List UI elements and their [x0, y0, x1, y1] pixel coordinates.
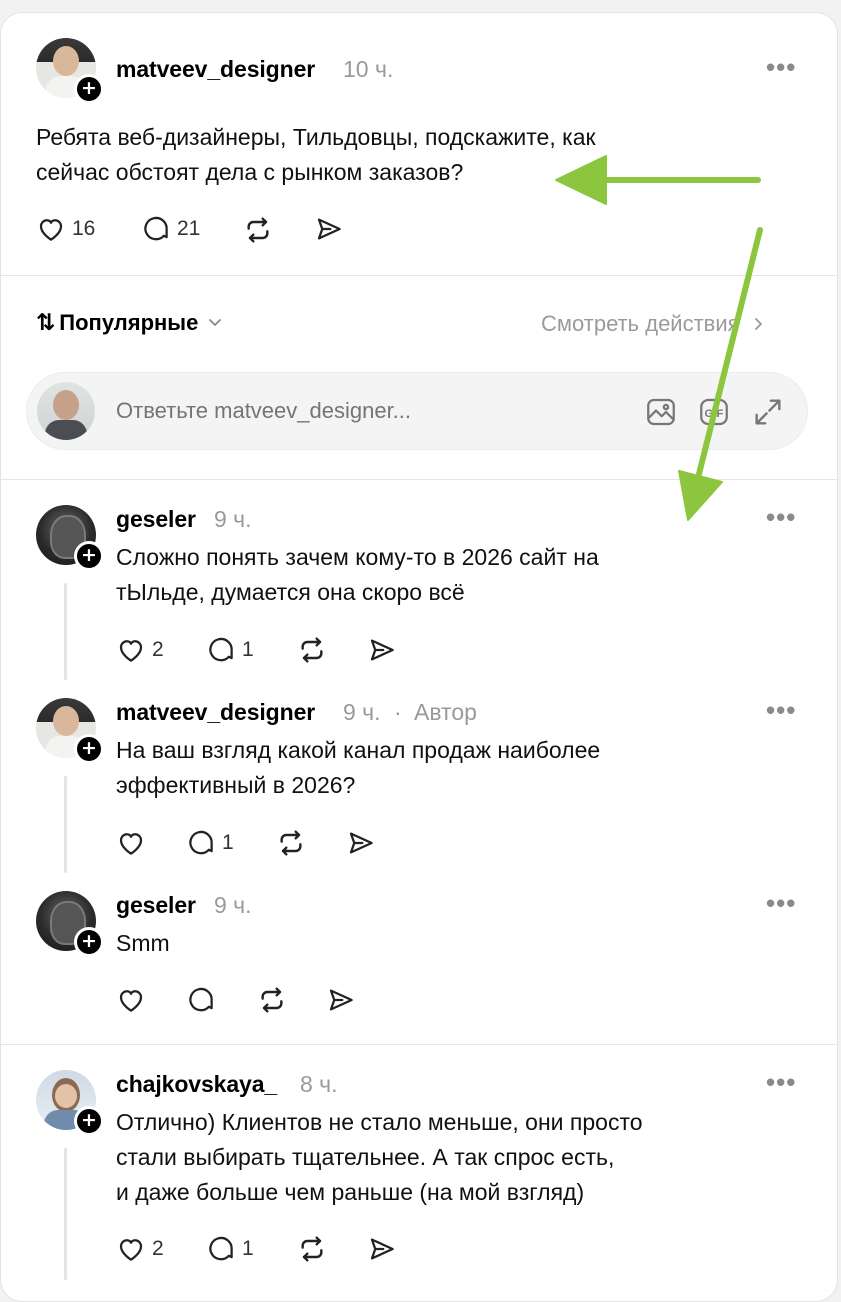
comment-bubble-icon: [186, 985, 216, 1015]
comment-text-line-2: тЫльде, думается она скоро всё: [116, 579, 465, 605]
repost-icon: [296, 1233, 328, 1265]
repost-button[interactable]: [242, 214, 274, 246]
repost-icon: [256, 984, 288, 1016]
sort-arrows-icon: ⇅: [36, 310, 56, 336]
send-icon: [367, 635, 397, 665]
reply-avatar: [37, 382, 95, 440]
comment-text-line-1: На ваш взгляд какой канал продаж наиболе…: [116, 737, 601, 763]
like-button[interactable]: [116, 985, 146, 1015]
comment-bubble-icon: [141, 214, 171, 244]
image-icon[interactable]: [644, 395, 678, 429]
comment-button[interactable]: 1: [186, 828, 234, 858]
send-icon: [367, 1234, 397, 1264]
more-options-icon[interactable]: •••: [766, 890, 796, 916]
thread-line: [64, 776, 67, 873]
comment-text-line-2: эффективный в 2026?: [116, 772, 356, 798]
send-icon: [326, 985, 356, 1015]
comment-text-line-3: и даже больше чем раньше (на мой взгляд): [116, 1179, 585, 1205]
like-count: 2: [152, 638, 164, 661]
comment-username[interactable]: geseler: [116, 506, 196, 533]
separator-dot: ·: [394, 699, 402, 725]
reply-count: 1: [242, 1237, 254, 1260]
comment-button[interactable]: 21: [141, 214, 200, 244]
repost-icon: [296, 634, 328, 666]
like-count: 2: [152, 1237, 164, 1260]
comment-time: 9 ч.: [214, 506, 252, 532]
expand-icon[interactable]: [751, 395, 785, 429]
comment-button[interactable]: [186, 985, 216, 1015]
comment-bubble-icon: [186, 828, 216, 858]
repost-button[interactable]: [296, 634, 328, 666]
heart-icon: [116, 985, 146, 1015]
post-username[interactable]: matveev_designer: [116, 56, 315, 83]
repost-icon: [242, 214, 274, 246]
more-options-icon[interactable]: •••: [766, 697, 796, 723]
reply-count: 1: [242, 638, 254, 661]
like-button[interactable]: [116, 828, 152, 858]
follow-plus-icon[interactable]: +: [74, 734, 104, 764]
thread-line: [64, 1148, 67, 1280]
more-options-icon[interactable]: •••: [766, 504, 796, 530]
comment-username[interactable]: geseler: [116, 892, 196, 919]
heart-icon: [116, 635, 146, 665]
like-button[interactable]: 2: [116, 635, 164, 665]
repost-icon: [275, 827, 307, 859]
heart-icon: [116, 828, 146, 858]
comment-text-line-1: Сложно понять зачем кому-то в 2026 сайт …: [116, 544, 599, 570]
chevron-right-icon: [754, 318, 762, 330]
follow-plus-icon[interactable]: +: [74, 1106, 104, 1136]
gif-icon[interactable]: GIF: [697, 395, 731, 429]
comment-time: 9 ч.: [343, 699, 381, 725]
like-button[interactable]: 16: [36, 214, 95, 244]
divider: [0, 275, 838, 276]
like-button[interactable]: 2: [116, 1234, 164, 1264]
comment-button[interactable]: 1: [206, 635, 254, 665]
comment-bubble-icon: [206, 635, 236, 665]
send-icon: [314, 214, 344, 244]
reply-input[interactable]: [116, 393, 616, 429]
share-button[interactable]: [367, 1234, 397, 1264]
post-time: 10 ч.: [343, 56, 394, 82]
share-button[interactable]: [346, 828, 376, 858]
comment-text-line-2: стали выбирать тщательнее. А так спрос е…: [116, 1144, 615, 1170]
comment-text-line-1: Отлично) Клиентов не стало меньше, они п…: [116, 1109, 643, 1135]
view-actions-label: Смотреть действия: [541, 311, 740, 336]
repost-button[interactable]: [256, 984, 288, 1016]
comment-time: 9 ч.: [214, 892, 252, 918]
divider: [0, 1044, 838, 1045]
follow-plus-icon[interactable]: +: [74, 927, 104, 957]
repost-button[interactable]: [275, 827, 307, 859]
divider: [0, 479, 838, 480]
more-options-icon[interactable]: •••: [766, 54, 796, 80]
share-button[interactable]: [367, 635, 397, 665]
post-text-line-1: Ребята веб-дизайнеры, Тильдовцы, подскаж…: [36, 124, 596, 150]
svg-text:GIF: GIF: [705, 408, 724, 420]
send-icon: [346, 828, 376, 858]
comment-text-line-1: Smm: [116, 930, 170, 956]
author-badge: Автор: [414, 699, 477, 725]
comment-username[interactable]: matveev_designer: [116, 699, 315, 726]
repost-button[interactable]: [296, 1233, 328, 1265]
comment-time: 8 ч.: [300, 1071, 338, 1097]
sort-dropdown[interactable]: ⇅ Популярные: [36, 310, 224, 336]
post-text-line-2: сейчас обстоят дела с рынком заказов?: [36, 159, 464, 185]
share-button[interactable]: [314, 214, 344, 244]
sort-label: Популярные: [59, 310, 199, 335]
like-count: 16: [72, 217, 96, 240]
follow-plus-icon[interactable]: +: [74, 74, 104, 104]
comment-username[interactable]: chajkovskaya_: [116, 1071, 277, 1098]
comment-button[interactable]: 1: [206, 1234, 254, 1264]
more-options-icon[interactable]: •••: [766, 1069, 796, 1095]
heart-icon: [116, 1234, 146, 1264]
comment-bubble-icon: [206, 1234, 236, 1264]
heart-icon: [36, 214, 66, 244]
view-actions-link[interactable]: Смотреть действия: [541, 311, 768, 337]
reply-count: 1: [222, 831, 234, 854]
share-button[interactable]: [326, 985, 356, 1015]
comment-count: 21: [177, 217, 201, 240]
thread-line: [64, 583, 67, 680]
follow-plus-icon[interactable]: +: [74, 541, 104, 571]
chevron-down-icon: [209, 319, 222, 326]
